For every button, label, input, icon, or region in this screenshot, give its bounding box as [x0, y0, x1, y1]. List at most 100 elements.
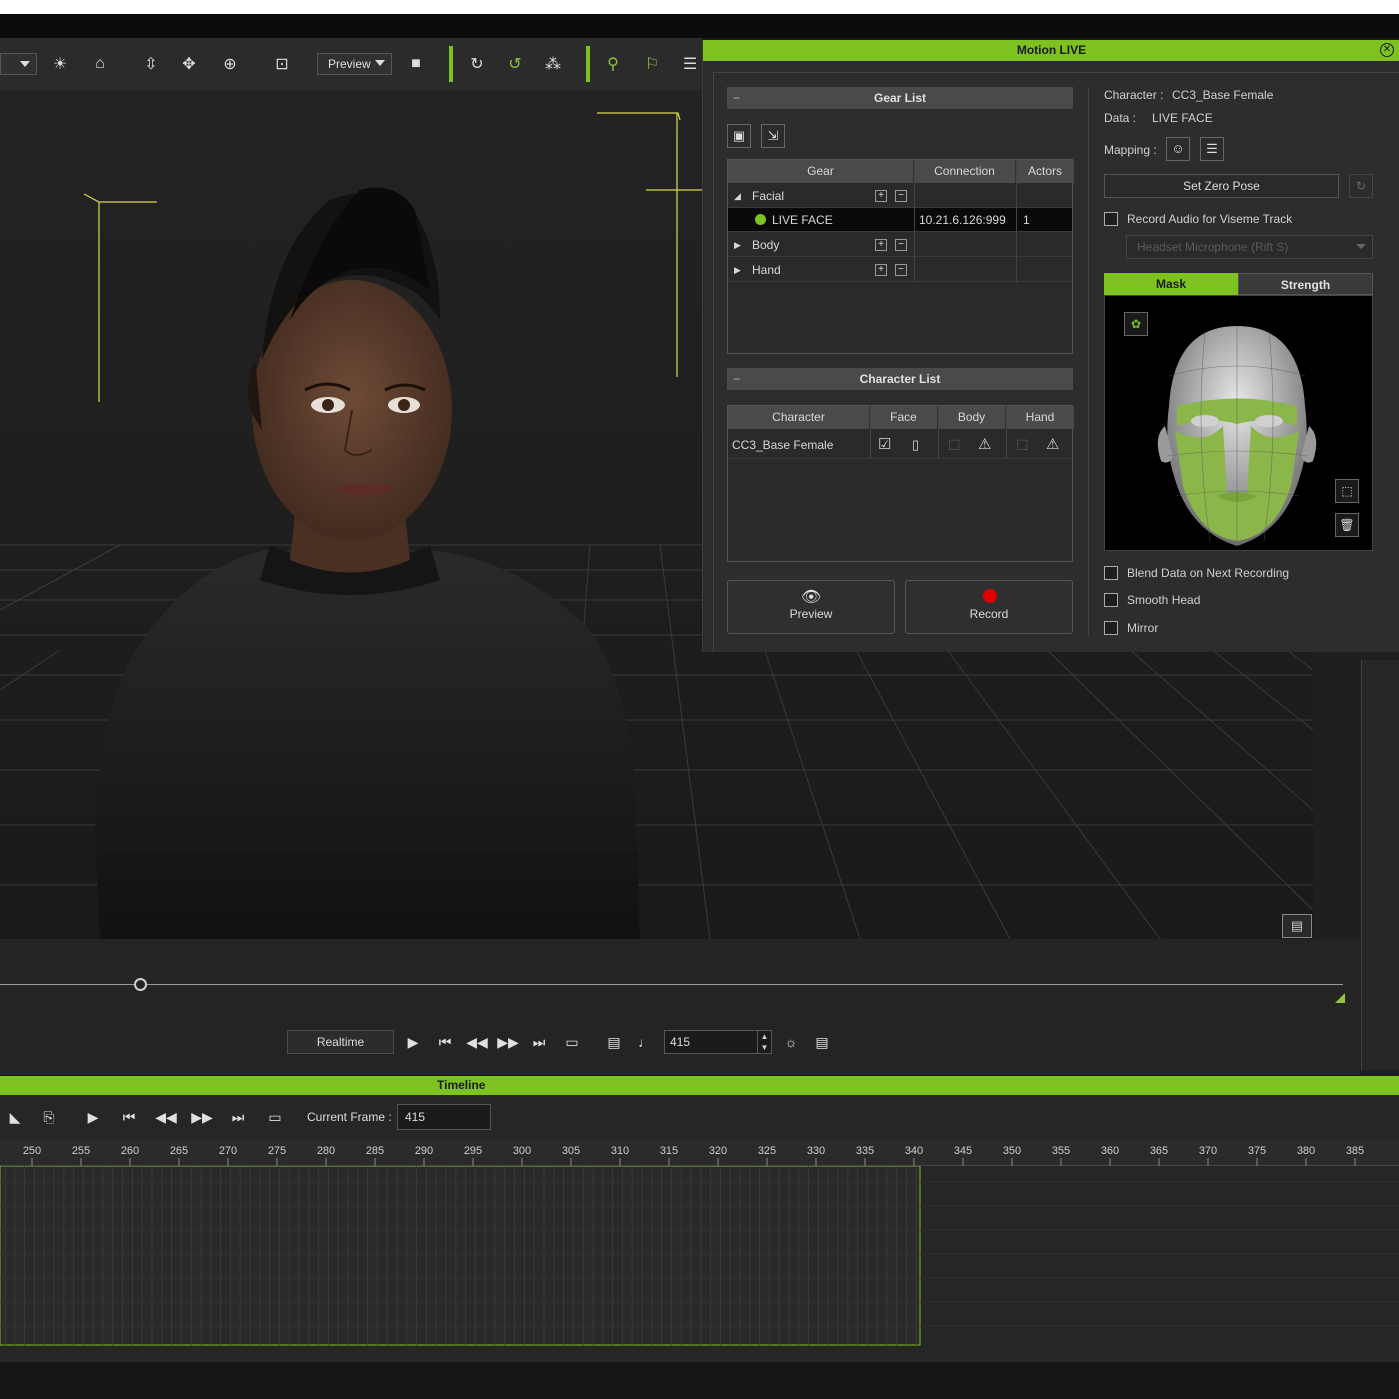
- select-region-icon[interactable]: ⬚: [1335, 479, 1359, 503]
- character-row[interactable]: CC3_Base Female ☑ ▯ ☐ ⚠ ☐ ⚠: [728, 433, 1072, 459]
- record-button[interactable]: Record: [905, 580, 1073, 634]
- remove-icon[interactable]: −: [895, 264, 907, 276]
- settings-icon[interactable]: ☼: [780, 1030, 802, 1054]
- face-mask-view[interactable]: ✿ ⬚ 🗑: [1104, 295, 1373, 551]
- frame-icon[interactable]: ⊡: [270, 52, 294, 76]
- remove-icon[interactable]: −: [895, 239, 907, 251]
- mapping-face-icon[interactable]: ☺: [1166, 137, 1190, 161]
- fit-vertical-icon[interactable]: ⇳: [139, 52, 163, 76]
- load-icon[interactable]: ⇲: [761, 124, 785, 148]
- first-frame-icon[interactable]: ⏮: [434, 1030, 456, 1054]
- tab-strength[interactable]: Strength: [1238, 273, 1373, 295]
- col-body[interactable]: Body: [938, 406, 1006, 429]
- timeline-ruler[interactable]: 250 255 260 265 270 275 280 285 290 295 300 305 310 3…: [0, 1140, 1399, 1166]
- body-checkbox-icon[interactable]: ☐: [948, 433, 961, 457]
- expand-right-icon[interactable]: ▶: [734, 258, 741, 282]
- music-note-icon[interactable]: ♩: [634, 1030, 656, 1054]
- caption-icon[interactable]: ▤: [1282, 914, 1312, 938]
- play-icon[interactable]: ▶: [82, 1106, 104, 1128]
- scrub-track[interactable]: [0, 984, 1343, 985]
- actors-value: 1: [1023, 213, 1030, 227]
- gear-list-title: Gear List: [873, 91, 927, 105]
- rotate-view-icon[interactable]: ✿: [1124, 312, 1148, 336]
- pivot-icon[interactable]: ⊕: [218, 52, 242, 76]
- collapse-icon[interactable]: −: [733, 368, 740, 390]
- mapping-list-icon[interactable]: ☰: [1200, 137, 1224, 161]
- tab-mask[interactable]: Mask: [1104, 273, 1238, 295]
- trash-icon[interactable]: 🗑: [1335, 513, 1359, 537]
- record-audio-checkbox[interactable]: [1104, 212, 1118, 226]
- ruler-tick-label: 320: [709, 1145, 727, 1157]
- next-frame-icon[interactable]: ▶▶: [497, 1030, 519, 1054]
- realtime-button[interactable]: Realtime: [287, 1030, 394, 1054]
- clip-range[interactable]: [0, 1166, 921, 1346]
- gear-row-hand[interactable]: ▶ Hand + −: [728, 258, 1072, 282]
- preview-button[interactable]: 👁 Preview: [727, 580, 895, 634]
- smooth-head-checkbox[interactable]: [1104, 593, 1118, 607]
- col-connection[interactable]: Connection: [914, 160, 1016, 183]
- clipboard-icon[interactable]: ☰: [678, 52, 702, 76]
- set-zero-pose-button[interactable]: Set Zero Pose: [1104, 174, 1339, 198]
- loop-icon[interactable]: ▭: [264, 1106, 286, 1128]
- gear-name: Body: [752, 238, 780, 252]
- blend-data-checkbox[interactable]: [1104, 566, 1118, 580]
- expand-down-icon[interactable]: ◢: [734, 184, 741, 208]
- mirror-checkbox[interactable]: [1104, 621, 1118, 635]
- timeline-toggle-icon[interactable]: ▤: [811, 1030, 833, 1054]
- preview-dropdown[interactable]: Preview: [317, 53, 392, 75]
- gear-row-body[interactable]: ▶ Body + −: [728, 233, 1072, 257]
- add-icon[interactable]: +: [875, 190, 887, 202]
- timeline-tracks[interactable]: [0, 1166, 1399, 1362]
- view-dropdown[interactable]: [0, 53, 37, 75]
- home-icon[interactable]: ⌂: [88, 52, 112, 76]
- ruler-tick-label: 285: [366, 1145, 384, 1157]
- scrub-handle[interactable]: [134, 978, 147, 991]
- gear-list-header[interactable]: − Gear List: [727, 87, 1073, 109]
- gear-name: LIVE FACE: [755, 208, 833, 232]
- frame-input[interactable]: 415 ▲ ▼: [664, 1030, 772, 1054]
- mirror-label: Mirror: [1127, 621, 1159, 635]
- last-frame-icon[interactable]: ⏭: [528, 1030, 550, 1054]
- timeline-title-bar: Timeline: [0, 1076, 1399, 1095]
- col-hand[interactable]: Hand: [1006, 406, 1074, 429]
- face-checked-icon[interactable]: ☑: [878, 433, 891, 457]
- frame-spinner[interactable]: ▲ ▼: [757, 1031, 771, 1053]
- last-frame-icon[interactable]: ⏭: [227, 1106, 249, 1128]
- motion-pose-icon[interactable]: ⚲: [601, 52, 625, 76]
- camera-icon[interactable]: ■: [404, 52, 428, 76]
- flag-icon[interactable]: ⚐: [640, 52, 664, 76]
- col-gear[interactable]: Gear: [728, 160, 914, 183]
- next-frame-icon[interactable]: ▶▶: [191, 1106, 213, 1128]
- export-icon[interactable]: ⎘: [38, 1106, 60, 1128]
- save-icon[interactable]: ▣: [727, 124, 751, 148]
- current-frame-input[interactable]: 415: [397, 1104, 491, 1130]
- character-list-header[interactable]: − Character List: [727, 368, 1073, 390]
- track-icon[interactable]: ◣: [4, 1106, 26, 1128]
- prev-frame-icon[interactable]: ◀◀: [466, 1030, 488, 1054]
- collapse-icon[interactable]: −: [733, 87, 740, 109]
- divider: [1006, 406, 1007, 458]
- frame-value: 415: [670, 1035, 691, 1049]
- prev-frame-icon[interactable]: ◀◀: [155, 1106, 177, 1128]
- particles-icon[interactable]: ⁂: [541, 52, 565, 76]
- gear-row-facial[interactable]: ◢ Facial + −: [728, 184, 1072, 208]
- close-icon[interactable]: ✕: [1380, 43, 1394, 57]
- add-icon[interactable]: +: [875, 239, 887, 251]
- rotate-gizmo-icon[interactable]: ↻: [465, 52, 489, 76]
- remove-icon[interactable]: −: [895, 190, 907, 202]
- col-face[interactable]: Face: [870, 406, 938, 429]
- sun-icon[interactable]: ☀: [48, 52, 72, 76]
- play-icon[interactable]: ▶: [402, 1030, 424, 1054]
- loop-icon[interactable]: ▭: [561, 1030, 583, 1054]
- col-character[interactable]: Character: [728, 406, 870, 429]
- green-rotate-icon[interactable]: ↺: [503, 52, 527, 76]
- expand-right-icon[interactable]: ▶: [734, 233, 741, 257]
- hand-checkbox-icon[interactable]: ☐: [1016, 433, 1029, 457]
- col-actors[interactable]: Actors: [1016, 160, 1074, 183]
- gear-row-live-face[interactable]: LIVE FACE 10.21.6.126:999 1: [728, 208, 1072, 232]
- first-frame-icon[interactable]: ⏮: [118, 1106, 140, 1128]
- move-icon[interactable]: ✥: [177, 52, 201, 76]
- subtitle-icon[interactable]: ▤: [603, 1030, 625, 1054]
- current-frame-label: Current Frame :: [307, 1110, 392, 1124]
- add-icon[interactable]: +: [875, 264, 887, 276]
